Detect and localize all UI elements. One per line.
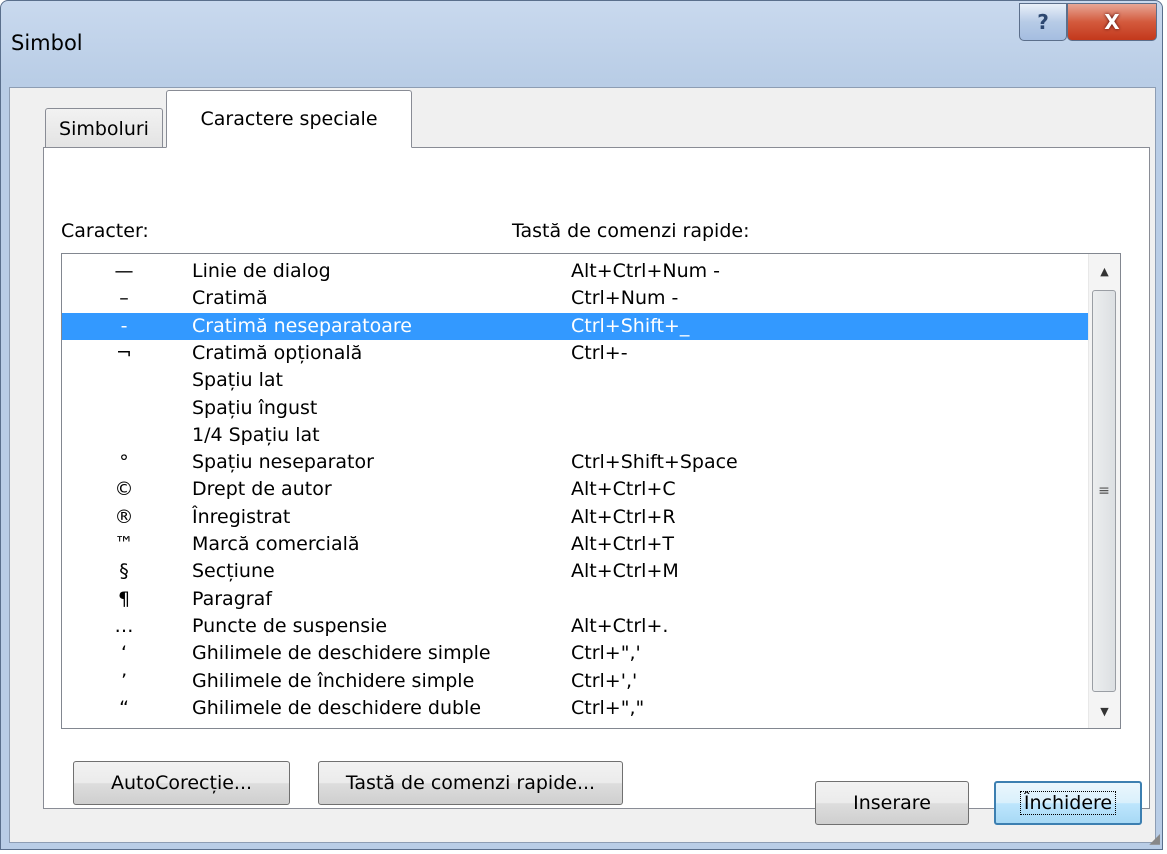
list-item[interactable]: 1/4 Spațiu lat: [62, 422, 1091, 449]
character-symbol: -: [120, 314, 128, 337]
character-symbol: “: [119, 696, 129, 719]
character-symbol: ‘: [120, 642, 128, 665]
shortcut-key: Alt+Ctrl+T: [571, 533, 674, 555]
shortcut-key: Ctrl+",': [571, 642, 641, 665]
character-symbol: ©: [114, 478, 134, 501]
character-name: Cratimă: [192, 287, 268, 310]
list-item[interactable]: ® Înregistrat Alt+Ctrl+R: [62, 504, 1091, 531]
scroll-thumb[interactable]: ≡: [1092, 290, 1116, 692]
character-name: Ghilimele de deschidere simple: [192, 642, 491, 665]
shortcut-key: Alt+Ctrl+R: [571, 505, 676, 528]
close-button-label: Închidere: [1019, 791, 1117, 815]
shortcut-key: Ctrl+-: [571, 341, 628, 364]
character-symbol: ’: [120, 669, 128, 692]
list-item[interactable]: “ Ghilimele de deschidere duble Ctrl+",": [62, 695, 1091, 722]
list-item[interactable]: § Secțiune Alt+Ctrl+M: [62, 558, 1091, 585]
character-name: Cratimă neseparatoare: [192, 314, 412, 337]
list-item[interactable]: – Cratimă Ctrl+Num -: [62, 285, 1091, 312]
column-header-shortcut: Tastă de comenzi rapide:: [512, 220, 750, 242]
list-item[interactable]: © Drept de autor Alt+Ctrl+C: [62, 476, 1091, 503]
shortcut-key: Ctrl+Shift+Space: [571, 451, 738, 474]
list-item[interactable]: … Puncte de suspensie Alt+Ctrl+.: [62, 613, 1091, 640]
character-name: Înregistrat: [192, 505, 291, 528]
tab-panel: Caracter: Tastă de comenzi rapide: — Lini…: [43, 147, 1150, 809]
character-symbol: ¶: [117, 587, 131, 610]
character-symbol: §: [119, 560, 129, 583]
character-symbol: …: [114, 614, 134, 637]
dialog-client-area: Simboluri Caractere speciale Caracter: T…: [9, 87, 1156, 843]
scroll-thumb-grip-icon: ≡: [1098, 483, 1110, 499]
list-item[interactable]: ¬ Cratimă opțională Ctrl+-: [62, 340, 1091, 367]
autocorectie-button[interactable]: AutoCorecție...: [73, 761, 290, 805]
list-item[interactable]: ‘ Ghilimele de deschidere simple Ctrl+",': [62, 640, 1091, 667]
resize-grip-icon[interactable]: ◢: [1149, 831, 1160, 847]
scroll-up-arrow-icon[interactable]: ▲: [1089, 254, 1120, 288]
title-bar[interactable]: Simbol ? X: [1, 1, 1162, 87]
scroll-down-arrow-icon[interactable]: ▼: [1089, 694, 1120, 728]
shortcut-key: Alt+Ctrl+M: [571, 560, 679, 583]
shortcut-key: Ctrl+",": [571, 696, 645, 719]
list-item[interactable]: - Cratimă neseparatoare Ctrl+Shift+_: [62, 312, 1091, 340]
shortcut-key: Alt+Ctrl+Num -: [571, 260, 721, 282]
list-item[interactable]: — Linie de dialog Alt+Ctrl+Num -: [62, 258, 1091, 285]
shortcut-key: Ctrl+Num -: [571, 287, 679, 310]
character-name: Drept de autor: [192, 478, 332, 501]
shortcut-key: Alt+Ctrl+C: [571, 478, 676, 501]
character-name: Ghilimele de închidere simple: [192, 669, 475, 692]
character-name: Spațiu lat: [192, 369, 283, 392]
close-button[interactable]: Închidere: [994, 781, 1142, 825]
shortcut-key: Ctrl+',': [571, 669, 638, 692]
shortcut-key: Ctrl+Shift+_: [571, 314, 690, 337]
character-name: Paragraf: [192, 587, 272, 610]
character-symbol: °: [119, 451, 129, 474]
list-item[interactable]: ™ Marcă comercială Alt+Ctrl+T: [62, 531, 1091, 558]
list-item[interactable]: Spațiu îngust: [62, 395, 1091, 422]
vertical-scrollbar[interactable]: ▲ ≡ ▼: [1088, 254, 1120, 728]
close-window-button[interactable]: X: [1067, 3, 1157, 41]
character-name: Marcă comercială: [192, 533, 360, 555]
list-item[interactable]: Spațiu lat: [62, 367, 1091, 394]
symbol-dialog: Simbol ? X Simboluri Caractere speciale …: [0, 0, 1163, 850]
character-name: Spațiu îngust: [192, 396, 318, 419]
character-symbol: ™: [114, 533, 134, 555]
character-symbol: ®: [114, 505, 134, 528]
tab-caractere-speciale[interactable]: Caractere speciale: [166, 90, 412, 148]
shortcut-key: Alt+Ctrl+.: [571, 614, 669, 637]
special-characters-list[interactable]: — Linie de dialog Alt+Ctrl+Num - – Cratimă Ct…: [61, 253, 1121, 729]
character-symbol: ¬: [116, 341, 132, 364]
character-symbol: —: [114, 260, 134, 282]
help-button[interactable]: ?: [1019, 3, 1067, 41]
list-item[interactable]: ° Spațiu neseparator Ctrl+Shift+Space: [62, 449, 1091, 476]
character-name: Puncte de suspensie: [192, 614, 388, 637]
dialog-title: Simbol: [11, 31, 83, 55]
list-item[interactable]: ¶ Paragraf: [62, 586, 1091, 613]
character-name: Linie de dialog: [192, 260, 331, 282]
tab-simboluri[interactable]: Simboluri: [45, 108, 163, 148]
insert-button[interactable]: Inserare: [815, 781, 969, 825]
shortcut-key-button[interactable]: Tastă de comenzi rapide...: [318, 761, 623, 805]
character-name: Spațiu neseparator: [192, 451, 374, 474]
character-name: Secțiune: [192, 560, 275, 583]
list-item[interactable]: ’ Ghilimele de închidere simple Ctrl+',': [62, 668, 1091, 695]
column-header-caracter: Caracter:: [61, 220, 149, 242]
character-name: Ghilimele de deschidere duble: [192, 696, 482, 719]
character-name: 1/4 Spațiu lat: [192, 423, 320, 446]
character-symbol: –: [119, 287, 129, 310]
character-name: Cratimă opțională: [192, 341, 363, 364]
